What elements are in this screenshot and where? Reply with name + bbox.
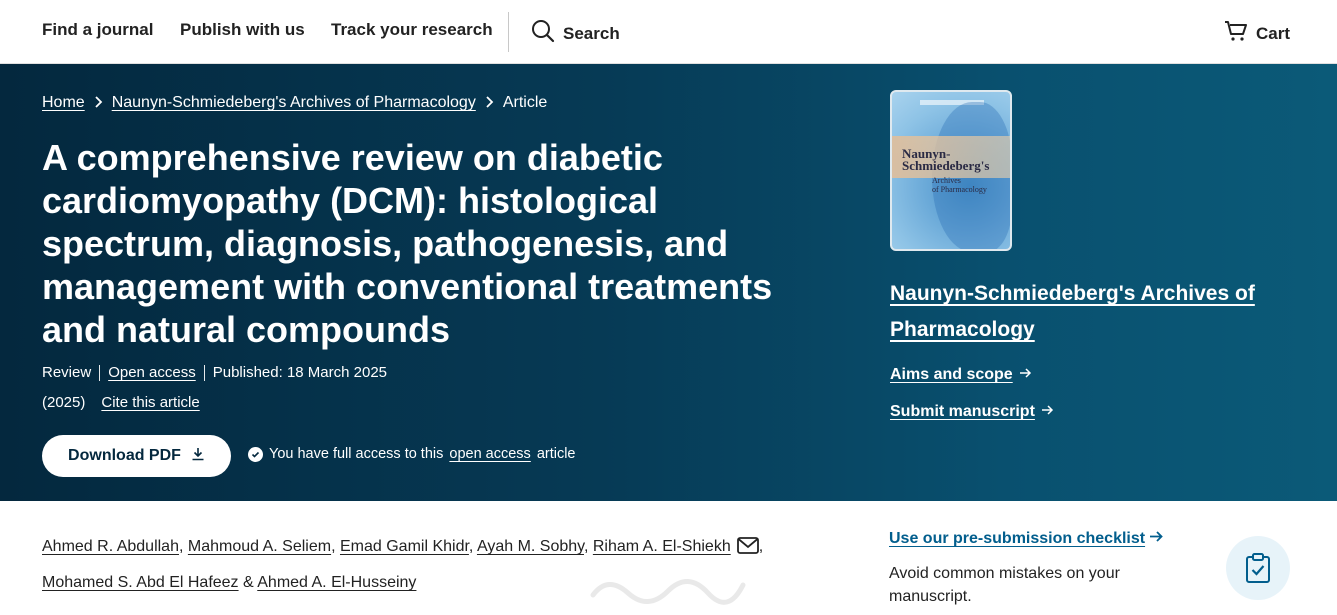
meta-divider: [99, 364, 101, 381]
download-pdf-label: Download PDF: [68, 447, 181, 464]
watermark-logo: [588, 565, 748, 605]
nav-publish-with-us[interactable]: Publish with us: [180, 20, 305, 40]
arrow-right-icon: [1019, 366, 1032, 384]
search-label: Search: [563, 23, 620, 43]
access-notice: You have full access to this open access…: [248, 446, 576, 462]
email-icon[interactable]: [736, 533, 759, 566]
top-navigation: Find a journal Publish with us Track you…: [0, 0, 1337, 64]
submit-manuscript-link[interactable]: Submit manuscript: [890, 403, 1054, 421]
meta-divider: [203, 364, 205, 381]
author-link[interactable]: Ahmed R. Abdullah: [42, 538, 179, 555]
download-pdf-button[interactable]: Download PDF: [42, 435, 231, 477]
arrow-right-icon: [1041, 403, 1054, 421]
clipboard-check-icon: [1226, 536, 1290, 600]
author-link[interactable]: Ayah M. Sobhy: [477, 538, 584, 555]
download-icon: [191, 447, 205, 466]
article-type: Review: [42, 364, 92, 381]
journal-name-link[interactable]: Naunyn-Schmiedeberg's Archives of Pharma…: [890, 276, 1290, 348]
access-suffix: article: [536, 446, 576, 462]
arrow-right-icon: [1149, 530, 1164, 548]
cart-button[interactable]: Cart: [1224, 19, 1290, 48]
article-title: A comprehensive review on diabetic cardi…: [42, 137, 773, 350]
breadcrumb-current: Article: [502, 94, 548, 111]
article-hero: Home Naunyn-Schmiedeberg's Archives of P…: [0, 64, 1337, 501]
breadcrumb-home[interactable]: Home: [42, 94, 85, 112]
cite-article-link[interactable]: Cite this article: [101, 394, 199, 411]
published-date: Published: 18 March 2025: [212, 364, 388, 381]
nav-divider: [508, 12, 509, 52]
breadcrumb: Home Naunyn-Schmiedeberg's Archives of P…: [42, 94, 547, 112]
author-link[interactable]: Mohamed S. Abd El Hafeez: [42, 574, 239, 591]
chevron-right-icon: [94, 95, 103, 111]
submit-manuscript-label: Submit manuscript: [890, 403, 1035, 420]
access-open-access-link[interactable]: open access: [449, 446, 530, 462]
check-circle-icon: [248, 446, 263, 462]
cart-icon: [1224, 19, 1248, 48]
nav-find-journal[interactable]: Find a journal: [42, 20, 153, 40]
breadcrumb-journal[interactable]: Naunyn-Schmiedeberg's Archives of Pharma…: [112, 94, 476, 112]
access-prefix: You have full access to this: [269, 446, 444, 462]
aims-scope-link[interactable]: Aims and scope: [890, 366, 1032, 384]
nav-track-research[interactable]: Track your research: [331, 20, 493, 40]
author-link[interactable]: Mahmoud A. Seliem: [188, 538, 331, 555]
aims-scope-label: Aims and scope: [890, 366, 1013, 383]
checklist-description: Avoid common mistakes on your manuscript…: [889, 565, 1120, 605]
pre-submission-checklist-link[interactable]: Use our pre-submission checklist: [889, 530, 1164, 548]
cart-label: Cart: [1256, 23, 1291, 43]
checklist-link-label: Use our pre-submission checklist: [889, 530, 1146, 547]
cover-title: Naunyn-Schmiedeberg's: [902, 146, 990, 173]
author-link[interactable]: Emad Gamil Khidr: [340, 538, 469, 555]
open-access-link[interactable]: Open access: [108, 364, 196, 381]
article-meta-secondary: (2025) Cite this article: [42, 394, 200, 411]
author-link[interactable]: Riham A. El-Shiekh: [593, 538, 731, 555]
search-icon: [531, 19, 555, 48]
article-meta: Review Open access Published: 18 March 2…: [42, 364, 387, 381]
journal-cover-image[interactable]: Naunyn-Schmiedeberg's Archives of Pharma…: [890, 90, 1012, 251]
chevron-right-icon: [485, 95, 494, 111]
search-button[interactable]: Search: [531, 19, 620, 48]
cover-subtitle: Archives of Pharmacology: [932, 176, 987, 194]
article-year: (2025): [42, 394, 86, 411]
author-link[interactable]: Ahmed A. El-Husseiny: [257, 574, 416, 591]
